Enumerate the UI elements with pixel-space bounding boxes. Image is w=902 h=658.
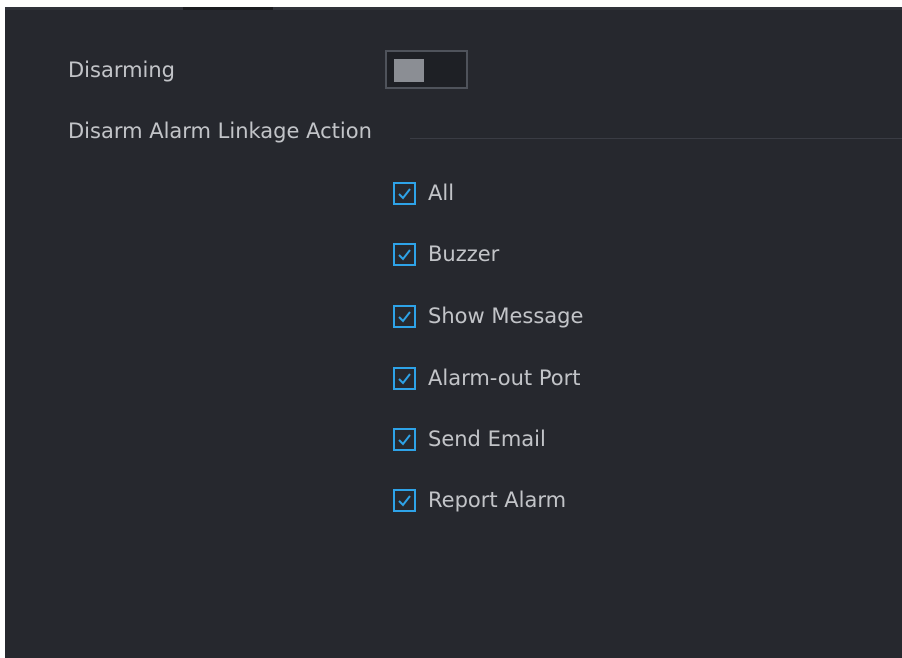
checkbox-send-email[interactable]: Send Email [393, 425, 546, 453]
active-tab-indicator [183, 7, 273, 10]
toggle-knob-icon [394, 59, 424, 82]
checkmark-icon[interactable] [393, 366, 416, 390]
checkmark-icon[interactable] [393, 181, 416, 205]
linkage-section-title: Disarm Alarm Linkage Action [68, 119, 372, 143]
checkbox-all[interactable]: All [393, 179, 454, 207]
checkbox-alarm-out-port-label: Alarm-out Port [428, 366, 581, 390]
checkbox-alarm-out-port[interactable]: Alarm-out Port [393, 364, 580, 392]
checkbox-show-message-label: Show Message [428, 304, 584, 328]
checkmark-icon[interactable] [393, 242, 416, 266]
checkbox-all-label: All [428, 181, 455, 205]
checkbox-show-message[interactable]: Show Message [393, 302, 583, 330]
checkbox-send-email-label: Send Email [428, 427, 546, 451]
disarming-label: Disarming [68, 58, 176, 82]
tab-strip [5, 7, 902, 10]
checkmark-icon[interactable] [393, 488, 416, 512]
checkbox-report-alarm[interactable]: Report Alarm [393, 486, 566, 514]
checkmark-icon[interactable] [393, 304, 416, 328]
alarm-disarming-panel: Disarming Disarm Alarm Linkage Action Al… [5, 7, 902, 658]
checkbox-buzzer-label: Buzzer [428, 242, 500, 266]
checkbox-report-alarm-label: Report Alarm [428, 488, 567, 512]
section-divider [410, 138, 902, 139]
checkmark-icon[interactable] [393, 427, 416, 451]
checkbox-buzzer[interactable]: Buzzer [393, 240, 499, 268]
disarming-toggle[interactable] [385, 50, 468, 89]
